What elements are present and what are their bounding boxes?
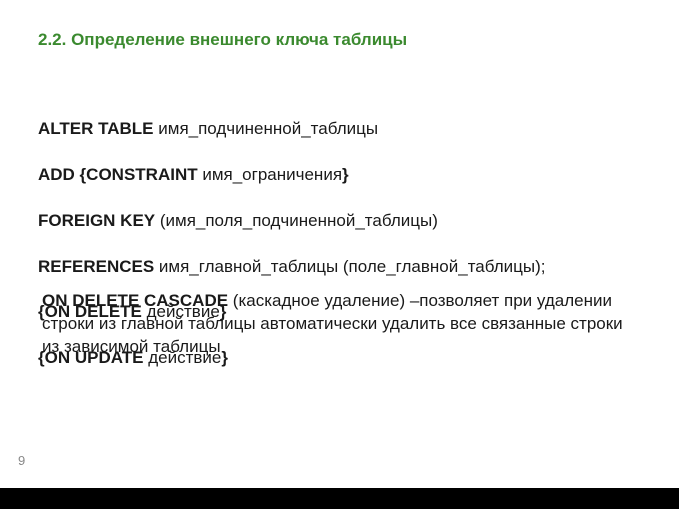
arg-child-table: имя_подчиненной_таблицы bbox=[154, 119, 379, 138]
code-line-2: ADD {CONSTRAINT имя_ограничения} bbox=[38, 164, 545, 187]
arg-child-field: (имя_поля_подчиненной_таблицы) bbox=[155, 211, 438, 230]
cascade-term: ON DELETE CASCADE bbox=[42, 291, 228, 310]
code-line-3: FOREIGN KEY (имя_поля_подчиненной_таблиц… bbox=[38, 210, 545, 233]
kw-foreign-key: FOREIGN KEY bbox=[38, 211, 155, 230]
code-line-4: REFERENCES имя_главной_таблицы (поле_гла… bbox=[38, 256, 545, 279]
description-paragraph: ON DELETE CASCADE (каскадное удаление) –… bbox=[42, 290, 634, 359]
kw-add-constraint: ADD {CONSTRAINT bbox=[38, 165, 198, 184]
arg-constraint-name: имя_ограничения bbox=[198, 165, 342, 184]
kw-references: REFERENCES bbox=[38, 257, 154, 276]
arg-parent-table: имя_главной_таблицы (поле_главной_таблиц… bbox=[154, 257, 545, 276]
page-number: 9 bbox=[18, 453, 25, 468]
slide-title: 2.2. Определение внешнего ключа таблицы bbox=[38, 30, 407, 50]
code-line-1: ALTER TABLE имя_подчиненной_таблицы bbox=[38, 118, 545, 141]
brace-close: } bbox=[342, 165, 349, 184]
kw-alter-table: ALTER TABLE bbox=[38, 119, 154, 138]
slide: 2.2. Определение внешнего ключа таблицы … bbox=[0, 0, 679, 488]
